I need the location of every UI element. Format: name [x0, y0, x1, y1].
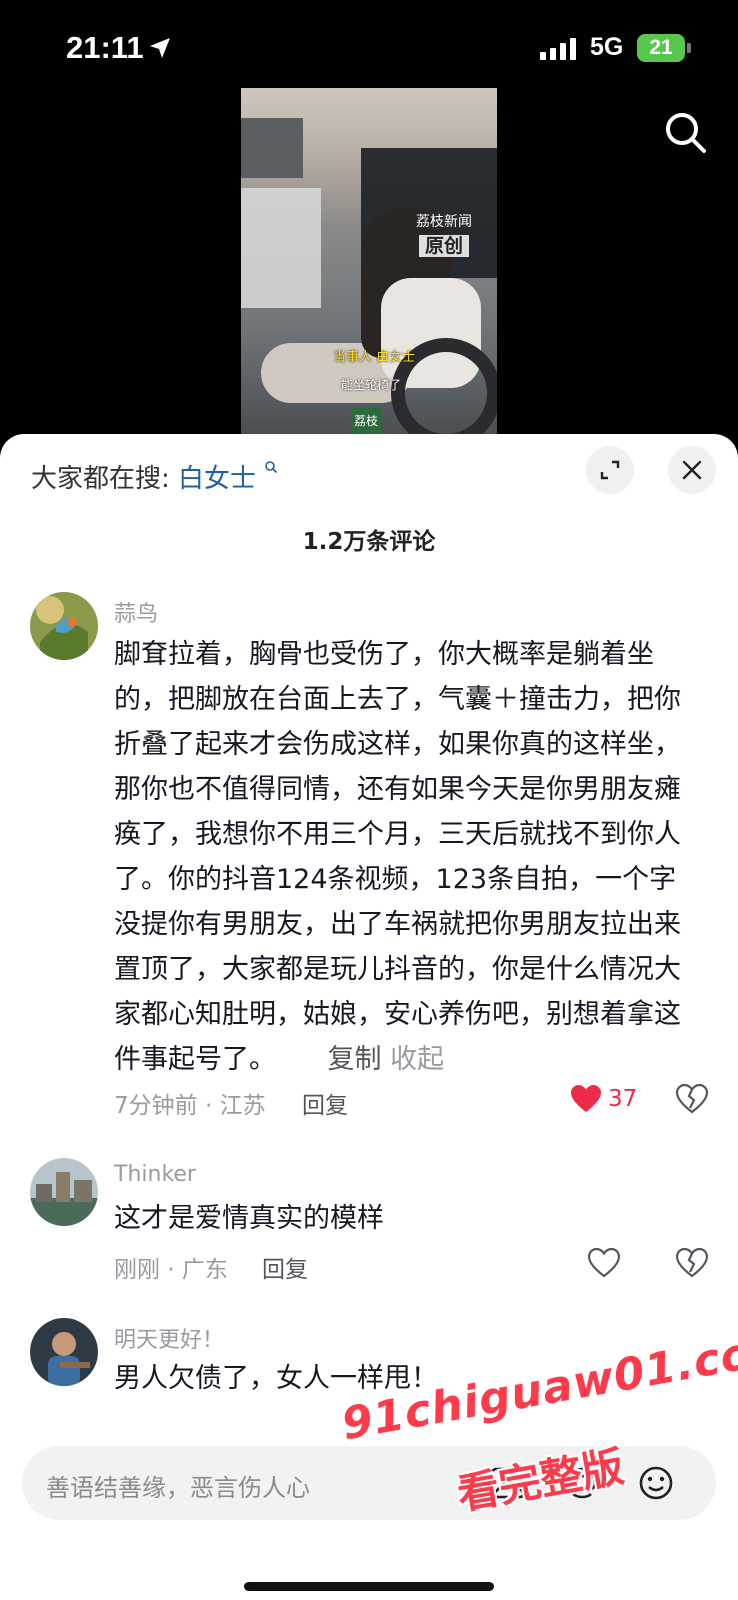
comment-text: 脚耷拉着，胸骨也受伤了，你大概率是躺着坐的，把脚放在台面上去了，气囊＋撞击力，把…: [114, 632, 694, 1082]
comment-actions: 7分钟前 · 江苏 回复 37: [114, 1084, 714, 1122]
reply-button[interactable]: 回复: [302, 1086, 348, 1120]
comment-username[interactable]: 明天更好！: [114, 1322, 224, 1354]
avatar-image: [30, 1318, 98, 1386]
comment-meta: 刚刚 · 广东: [114, 1257, 228, 1283]
heart-icon[interactable]: [588, 1248, 620, 1278]
trending-search-prefix: 大家都在搜:: [31, 464, 170, 494]
broken-heart-icon[interactable]: [676, 1084, 708, 1114]
avatar[interactable]: [30, 592, 98, 660]
avatar-image: [30, 592, 98, 660]
comment-input-placeholder: 善语结善缘，恶言伤人心: [46, 1474, 310, 1502]
video-caption-subtitle: 能坐轮椅了: [341, 378, 402, 392]
avatar[interactable]: [30, 1158, 98, 1226]
comment-body: 这才是爱情真实的模样: [114, 1203, 384, 1234]
comment-body: 脚耷拉着，胸骨也受伤了，你大概率是躺着坐的，把脚放在台面上去了，气囊＋撞击力，把…: [114, 639, 681, 1075]
battery-indicator: 21: [637, 34, 685, 62]
video-bg-shape: [241, 188, 321, 308]
video-logo: 荔枝: [351, 408, 381, 434]
video-brand: 荔枝新闻 原创: [416, 213, 472, 257]
home-indicator[interactable]: [244, 1582, 494, 1591]
battery-level: 21: [649, 36, 673, 59]
status-bar: 21:11 5G 21: [0, 0, 738, 90]
video-brand-badge: 原创: [418, 235, 469, 257]
battery-nub: [687, 43, 691, 53]
video-bg-shape: [241, 118, 303, 178]
reply-button[interactable]: 回复: [262, 1250, 308, 1284]
signal-bars-icon: [540, 38, 576, 60]
comment-username[interactable]: Thinker: [114, 1162, 196, 1187]
video-brand-name: 荔枝新闻: [416, 214, 472, 230]
like-button[interactable]: 37: [570, 1084, 637, 1114]
video-caption-speaker: 当事人 白女士: [333, 350, 416, 365]
close-icon: [682, 460, 702, 480]
comment-count: 1.2万条评论: [302, 529, 436, 555]
emoji-icon[interactable]: [636, 1463, 676, 1503]
expand-icon: [600, 460, 620, 480]
search-icon: [265, 461, 278, 474]
comment-meta: 7分钟前 · 江苏: [114, 1093, 266, 1119]
comment-username[interactable]: 蒜鸟: [114, 596, 158, 628]
broken-heart-icon[interactable]: [676, 1248, 708, 1278]
avatar[interactable]: [30, 1318, 98, 1386]
network-type: 5G: [590, 33, 624, 61]
search-icon[interactable]: [660, 107, 712, 159]
close-button[interactable]: [668, 446, 716, 494]
expand-button[interactable]: [586, 446, 634, 494]
location-arrow-icon: [150, 38, 170, 58]
trending-search-term[interactable]: 白女士: [178, 464, 256, 494]
like-count: 37: [608, 1086, 638, 1112]
copy-button[interactable]: 复制: [328, 1044, 382, 1075]
video-player[interactable]: 荔枝新闻 原创 当事人 白女士 能坐轮椅了 荔枝: [241, 88, 497, 434]
trending-search[interactable]: 大家都在搜: 白女士: [31, 458, 278, 495]
status-time: 21:11: [66, 30, 144, 65]
heart-icon: [571, 1085, 601, 1112]
collapse-button[interactable]: 收起: [390, 1044, 444, 1075]
comment-actions: 刚刚 · 广东 回复: [114, 1248, 714, 1286]
avatar-image: [30, 1158, 98, 1226]
